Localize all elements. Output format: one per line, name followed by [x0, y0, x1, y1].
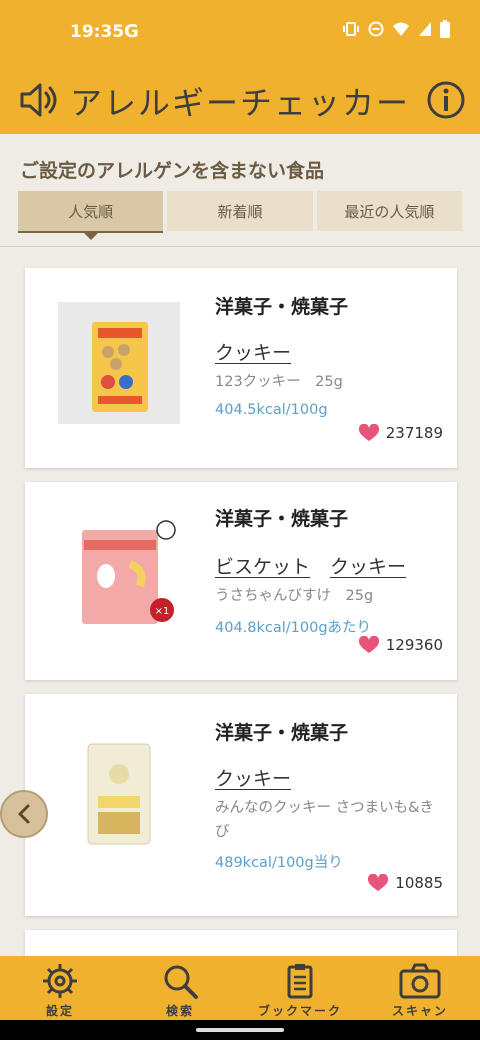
chevron-left-icon: [18, 804, 30, 824]
status-bar: 19:35 G: [0, 0, 480, 68]
nav-label: 検索: [165, 1004, 194, 1018]
product-card[interactable]: ×1 洋菓子・焼菓子 ビスケット クッキー うさちゃんびすけ 25g 404.8…: [25, 482, 457, 680]
tab-popular[interactable]: 人気順: [18, 191, 164, 240]
heart-icon: [368, 874, 389, 891]
tag-link[interactable]: クッキー: [215, 338, 291, 365]
product-kcal: 489kcal/100g当り: [215, 855, 343, 871]
info-icon[interactable]: [426, 80, 466, 120]
product-kcal: 404.8kcal/100gあたり: [215, 620, 372, 636]
divider: [0, 246, 480, 247]
likes-count: 129360: [385, 636, 443, 654]
product-name: 123クッキー 25g: [215, 374, 343, 390]
search-icon: [164, 965, 198, 999]
tab-recent-popular[interactable]: 最近の人気順: [316, 191, 462, 231]
product-category: 洋菓子・焼菓子: [215, 722, 349, 744]
nav-bookmark[interactable]: ブックマーク: [240, 956, 360, 1020]
likes[interactable]: 10885: [367, 874, 443, 892]
product-card[interactable]: 洋菓子・焼菓子 クッキー 123クッキー 25g 404.5kcal/100g …: [25, 268, 457, 468]
likes[interactable]: 237189: [358, 424, 443, 442]
tab-newest[interactable]: 新着順: [167, 191, 313, 231]
tag-link[interactable]: ビスケット: [215, 552, 310, 579]
signal-icon: [419, 22, 431, 36]
app-title: アレルギーチェッカー: [69, 84, 410, 122]
back-button[interactable]: [0, 790, 48, 838]
product-category: 洋菓子・焼菓子: [215, 508, 349, 530]
gear-icon: [43, 964, 77, 998]
likes[interactable]: 129360: [358, 636, 443, 654]
product-tags: クッキー: [215, 338, 291, 365]
likes-count: 10885: [395, 874, 443, 892]
bottom-nav: 設定 検索 ブックマーク スキャン: [0, 956, 480, 1020]
sort-tabs: 人気順 新着順 最近の人気順: [18, 191, 462, 240]
svg-text:×1: ×1: [155, 606, 170, 617]
product-category: 洋菓子・焼菓子: [215, 296, 349, 318]
heart-icon: [358, 636, 379, 653]
product-image-rabbit-biscuit: ×1: [58, 512, 180, 634]
google-icon: G: [124, 21, 139, 42]
vibrate-icon: [343, 22, 359, 36]
wifi-icon: [393, 22, 409, 36]
heart-icon: [358, 424, 379, 441]
tag-link[interactable]: クッキー: [330, 552, 406, 579]
product-image-sweet-potato-cookie: [58, 738, 180, 860]
nav-search[interactable]: 検索: [120, 956, 240, 1020]
product-image-cookie-bag: [58, 302, 180, 424]
likes-count: 237189: [385, 424, 443, 442]
nav-label: ブックマーク: [257, 1004, 342, 1018]
product-tags: クッキー: [215, 764, 291, 791]
camera-icon: [399, 963, 441, 999]
nav-label: 設定: [45, 1004, 74, 1018]
nav-settings[interactable]: 設定: [0, 956, 120, 1020]
nav-scan[interactable]: スキャン: [360, 956, 480, 1020]
system-nav-bar: [0, 1020, 480, 1040]
home-indicator[interactable]: [196, 1028, 284, 1032]
product-name: うさちゃんびすけ 25g: [215, 588, 374, 604]
product-card[interactable]: [25, 930, 457, 956]
battery-icon: [440, 20, 450, 38]
nav-label: スキャン: [391, 1004, 448, 1018]
app-bar: アレルギーチェッカー: [0, 68, 480, 134]
bookmark-list-icon: [287, 964, 313, 999]
product-card[interactable]: 洋菓子・焼菓子 クッキー みんなのクッキー さつまいも&きび 489kcal/1…: [25, 694, 457, 916]
tag-link[interactable]: クッキー: [215, 764, 291, 791]
dnd-icon: [368, 21, 384, 37]
status-time: 19:35: [70, 22, 125, 42]
product-tags: ビスケット クッキー: [215, 552, 406, 579]
product-name: みんなのクッキー さつまいも&きび: [215, 800, 434, 840]
product-kcal: 404.5kcal/100g: [215, 402, 328, 418]
status-icons: [342, 20, 450, 38]
section-title: ご設定のアレルゲンを含まない食品: [20, 160, 325, 182]
